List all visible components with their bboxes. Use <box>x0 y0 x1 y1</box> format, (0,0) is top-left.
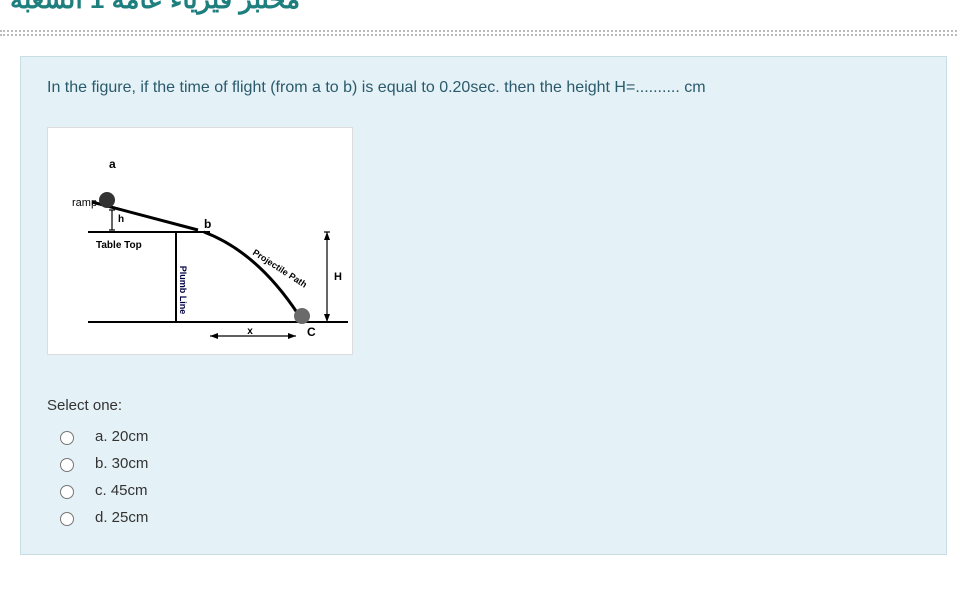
select-prompt: Select one: <box>47 397 920 414</box>
question-card: In the figure, if the time of flight (fr… <box>20 56 947 555</box>
radio-b[interactable] <box>60 458 74 472</box>
radio-d[interactable] <box>60 512 74 526</box>
radio-a[interactable] <box>60 431 74 445</box>
label-c: C <box>307 325 316 339</box>
option-c[interactable]: c. 45cm <box>47 478 920 505</box>
label-plumbline: Plumb Line <box>178 266 188 315</box>
label-b: b <box>204 217 211 231</box>
option-b[interactable]: b. 30cm <box>47 451 920 478</box>
figure-image: a ramp h Table Top b Plumb Line Projecti… <box>47 127 353 355</box>
label-a: a <box>109 157 116 171</box>
page-header: مختبر فيزياء عامة 1 الشعبة <box>0 0 957 20</box>
option-a-label: a. 20cm <box>95 428 148 445</box>
divider <box>0 30 957 36</box>
radio-c[interactable] <box>60 485 74 499</box>
option-d-label: d. 25cm <box>95 509 148 526</box>
label-tabletop: Table Top <box>96 240 142 251</box>
label-h: h <box>118 214 124 225</box>
option-b-label: b. 30cm <box>95 455 148 472</box>
option-c-label: c. 45cm <box>95 482 148 499</box>
answer-block: Select one: a. 20cm b. 30cm c. 45cm d. 2… <box>47 397 920 532</box>
question-text: In the figure, if the time of flight (fr… <box>47 79 920 97</box>
label-big-h: H <box>334 271 342 283</box>
label-ramp: ramp <box>72 197 97 209</box>
label-x: x <box>247 326 253 337</box>
option-a[interactable]: a. 20cm <box>47 424 920 451</box>
option-d[interactable]: d. 25cm <box>47 505 920 532</box>
page-title: مختبر فيزياء عامة 1 الشعبة <box>10 0 300 15</box>
